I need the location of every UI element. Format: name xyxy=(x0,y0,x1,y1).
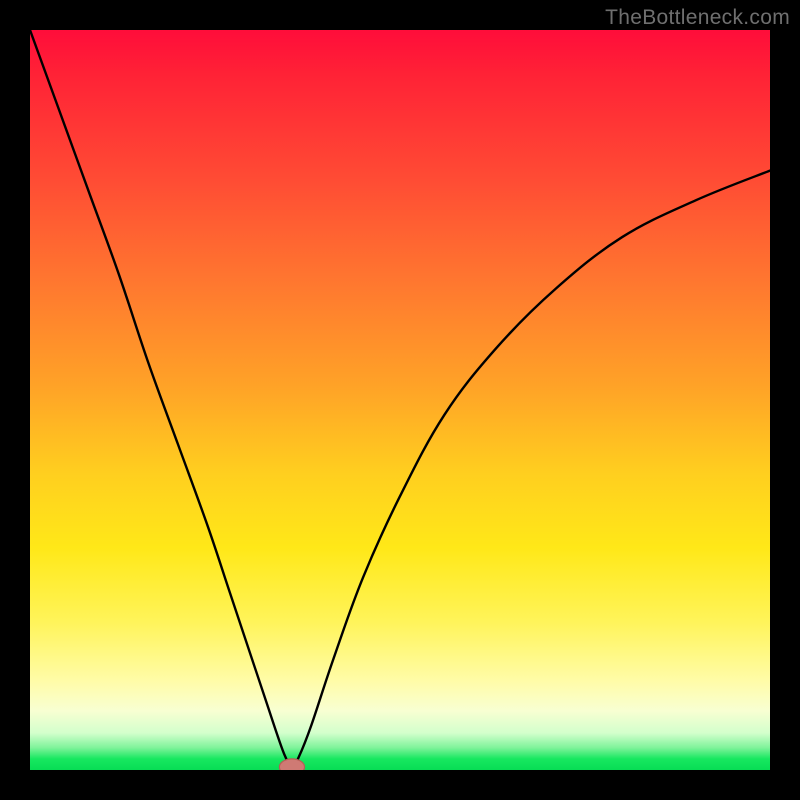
watermark-text: TheBottleneck.com xyxy=(605,6,790,30)
curve-layer xyxy=(30,30,770,770)
optimal-point-marker xyxy=(279,759,304,770)
plot-area xyxy=(30,30,770,770)
chart-frame: TheBottleneck.com xyxy=(0,0,800,800)
bottleneck-curve xyxy=(30,30,770,768)
